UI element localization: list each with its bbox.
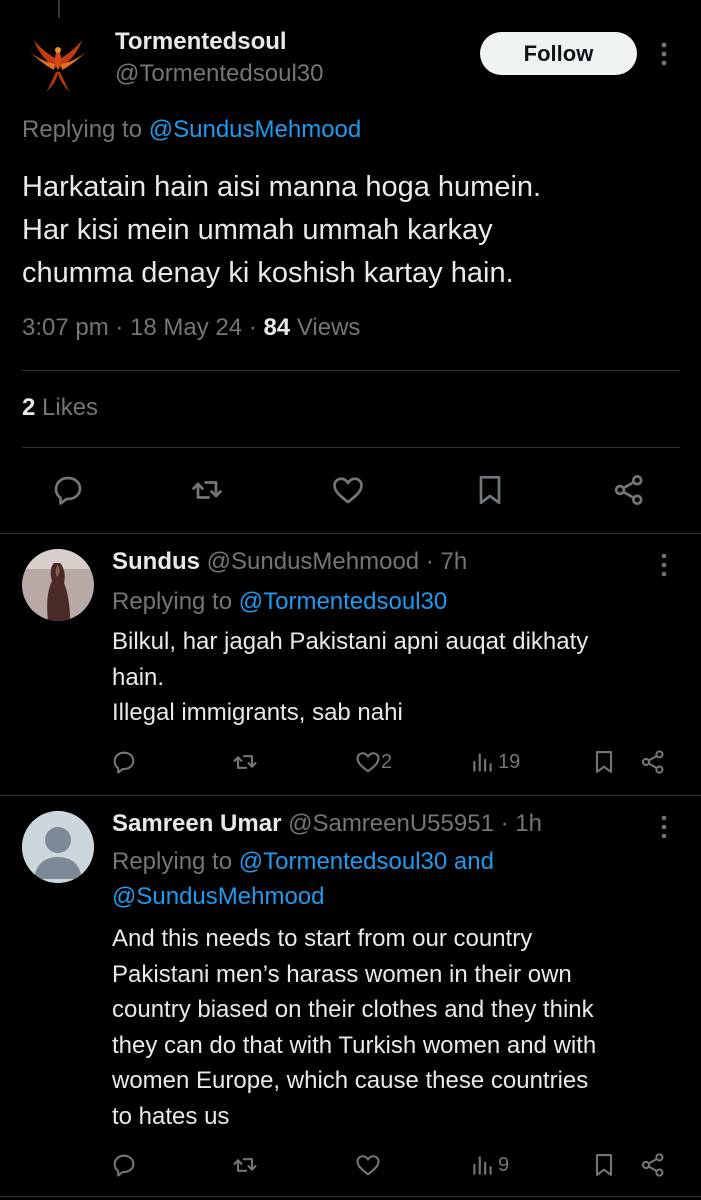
- replying-to-link[interactable]: @Tormentedsoul30 and: [239, 848, 494, 875]
- reply-icon[interactable]: [110, 748, 138, 776]
- more-icon[interactable]: [652, 814, 676, 840]
- replying-to-link[interactable]: @SundusMehmood: [149, 116, 361, 143]
- thread-line: [58, 0, 60, 18]
- share-icon[interactable]: [639, 748, 667, 776]
- tweet-line: Har kisi mein ummah ummah karkay: [22, 214, 493, 246]
- reply-avatar[interactable]: [22, 549, 94, 621]
- reply-author-handle[interactable]: @SundusMehmood: [207, 548, 419, 575]
- main-tweet-meta: 3:07 pm · 18 May 24 · 84 Views: [22, 314, 361, 341]
- views-icon[interactable]: [470, 748, 496, 776]
- reply-line: Illegal immigrants, sab nahi: [112, 699, 403, 726]
- share-icon[interactable]: [611, 472, 647, 508]
- reply-author-handle[interactable]: @SamreenU55951: [288, 810, 494, 837]
- divider: [0, 1196, 701, 1197]
- reply-line: Bilkul, har jagah Pakistani apni auqat d…: [112, 628, 589, 655]
- reply-age[interactable]: 7h: [440, 548, 467, 575]
- reply-header: Samreen Umar @SamreenU55951 · 1h: [112, 810, 542, 838]
- like-icon[interactable]: [354, 1151, 382, 1179]
- likes-count: 2: [22, 394, 36, 421]
- views-label: Views: [296, 314, 361, 341]
- reply-text: And this needs to start from our country…: [112, 921, 692, 1134]
- more-icon[interactable]: [652, 40, 676, 68]
- views-count: 9: [498, 1154, 510, 1176]
- tweet-date[interactable]: 18 May 24: [130, 314, 242, 341]
- separator-dot: ·: [419, 548, 441, 575]
- bookmark-icon[interactable]: [590, 1151, 618, 1179]
- tweet-line: Harkatain hain aisi manna hoga humein.: [22, 171, 542, 203]
- share-icon[interactable]: [639, 1151, 667, 1179]
- reply-avatar[interactable]: [22, 811, 94, 883]
- divider: [22, 370, 680, 371]
- reply-replying-to: Replying to @Tormentedsoul30: [112, 584, 447, 619]
- reply-icon[interactable]: [110, 1151, 138, 1179]
- reply-line: country biased on their clothes and they…: [112, 996, 594, 1023]
- views-count: 19: [498, 751, 521, 773]
- phoenix-icon: [22, 28, 94, 100]
- likes-summary[interactable]: 2 Likes: [22, 394, 98, 422]
- reply-line: Pakistani men’s harass women in their ow…: [112, 960, 572, 988]
- reply-text: Bilkul, har jagah Pakistani apni auqat d…: [112, 624, 682, 731]
- tweet-time[interactable]: 3:07 pm: [22, 314, 109, 341]
- tweet-line: chumma denay ki koshish kartay hain.: [22, 257, 514, 289]
- main-tweet-text: Harkatain hain aisi manna hoga humein. H…: [22, 166, 682, 295]
- retweet-icon[interactable]: [230, 748, 260, 776]
- bookmark-icon[interactable]: [590, 748, 618, 776]
- reply-line: they can do that with Turkish women and …: [112, 1031, 597, 1059]
- main-replying-to: Replying to @SundusMehmood: [22, 116, 361, 144]
- reply-line: And this needs to start from our country: [112, 925, 533, 952]
- main-author-handle[interactable]: @Tormentedsoul30: [115, 60, 323, 88]
- replying-prefix: Replying to: [112, 588, 239, 615]
- replying-to-link[interactable]: @SundusMehmood: [112, 879, 494, 914]
- default-avatar-icon: [22, 811, 94, 883]
- divider: [0, 533, 701, 534]
- reply-line: to hates us: [112, 1102, 230, 1130]
- reply-line: women Europe, which cause these countrie…: [112, 1067, 589, 1094]
- reply-author-name[interactable]: Samreen Umar: [112, 810, 281, 837]
- views-icon[interactable]: [470, 1151, 496, 1179]
- reply-author-name[interactable]: Sundus: [112, 548, 200, 575]
- like-icon[interactable]: [330, 472, 366, 508]
- main-author-avatar[interactable]: [22, 28, 94, 100]
- replying-to-link[interactable]: @Tormentedsoul30: [239, 588, 447, 615]
- views-count: 84: [263, 314, 291, 341]
- reply-header: Sundus @SundusMehmood · 7h: [112, 548, 467, 576]
- reply-icon[interactable]: [50, 472, 86, 508]
- reply-age[interactable]: 1h: [515, 810, 542, 837]
- replying-prefix: Replying to: [22, 116, 149, 143]
- reply-line: hain.: [112, 663, 165, 691]
- retweet-icon[interactable]: [188, 472, 226, 508]
- reply-replying-to: Replying to @Tormentedsoul30 and @Sundus…: [112, 844, 494, 914]
- divider: [0, 795, 701, 796]
- like-count: 2: [381, 751, 393, 773]
- main-author-name[interactable]: Tormentedsoul: [115, 28, 287, 56]
- like-icon[interactable]: [354, 748, 382, 776]
- likes-label: Likes: [42, 394, 99, 421]
- retweet-icon[interactable]: [230, 1151, 260, 1179]
- separator-dot: ·: [493, 810, 516, 837]
- follow-button[interactable]: Follow: [480, 32, 637, 75]
- bookmark-icon[interactable]: [472, 472, 508, 508]
- divider: [22, 447, 680, 448]
- more-icon[interactable]: [652, 552, 676, 578]
- avatar-photo: [22, 549, 94, 621]
- replying-prefix: Replying to: [112, 848, 239, 875]
